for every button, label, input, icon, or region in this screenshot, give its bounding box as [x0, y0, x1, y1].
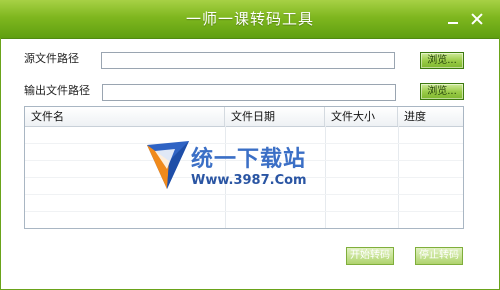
app-window: 一师一课转码工具 源文件路径 浏览... 输出文件路径 浏览... 文件名 文件… — [0, 0, 500, 290]
output-path-field[interactable] — [102, 84, 396, 104]
browse-source-button[interactable]: 浏览... — [420, 52, 464, 69]
grid-line — [25, 194, 463, 195]
output-path-input[interactable] — [103, 89, 395, 104]
output-path-label: 输出文件路径 — [24, 84, 90, 97]
stop-transcode-button[interactable]: 停止转码 — [415, 247, 463, 265]
minimize-button[interactable] — [446, 12, 460, 26]
window-title: 一师一课转码工具 — [185, 10, 314, 28]
grid-line — [25, 143, 463, 144]
column-header-filename[interactable]: 文件名 — [25, 107, 225, 126]
grid-line — [25, 177, 463, 178]
column-header-date[interactable]: 文件日期 — [225, 107, 325, 126]
source-path-field[interactable] — [101, 52, 395, 72]
browse-output-button[interactable]: 浏览... — [420, 83, 464, 100]
table-header: 文件名 文件日期 文件大小 进度 — [25, 107, 463, 127]
column-header-size[interactable]: 文件大小 — [325, 107, 398, 126]
start-transcode-button[interactable]: 开始转码 — [346, 247, 394, 265]
minimize-icon — [448, 22, 458, 24]
source-path-label: 源文件路径 — [24, 52, 79, 65]
grid-line — [25, 160, 463, 161]
source-path-input[interactable] — [102, 57, 394, 72]
close-button[interactable] — [470, 12, 484, 26]
title-bar[interactable]: 一师一课转码工具 — [0, 0, 500, 39]
table-body — [25, 126, 463, 228]
grid-line — [25, 211, 463, 212]
file-list-table[interactable]: 文件名 文件日期 文件大小 进度 — [24, 106, 464, 229]
column-header-progress[interactable]: 进度 — [398, 107, 463, 126]
